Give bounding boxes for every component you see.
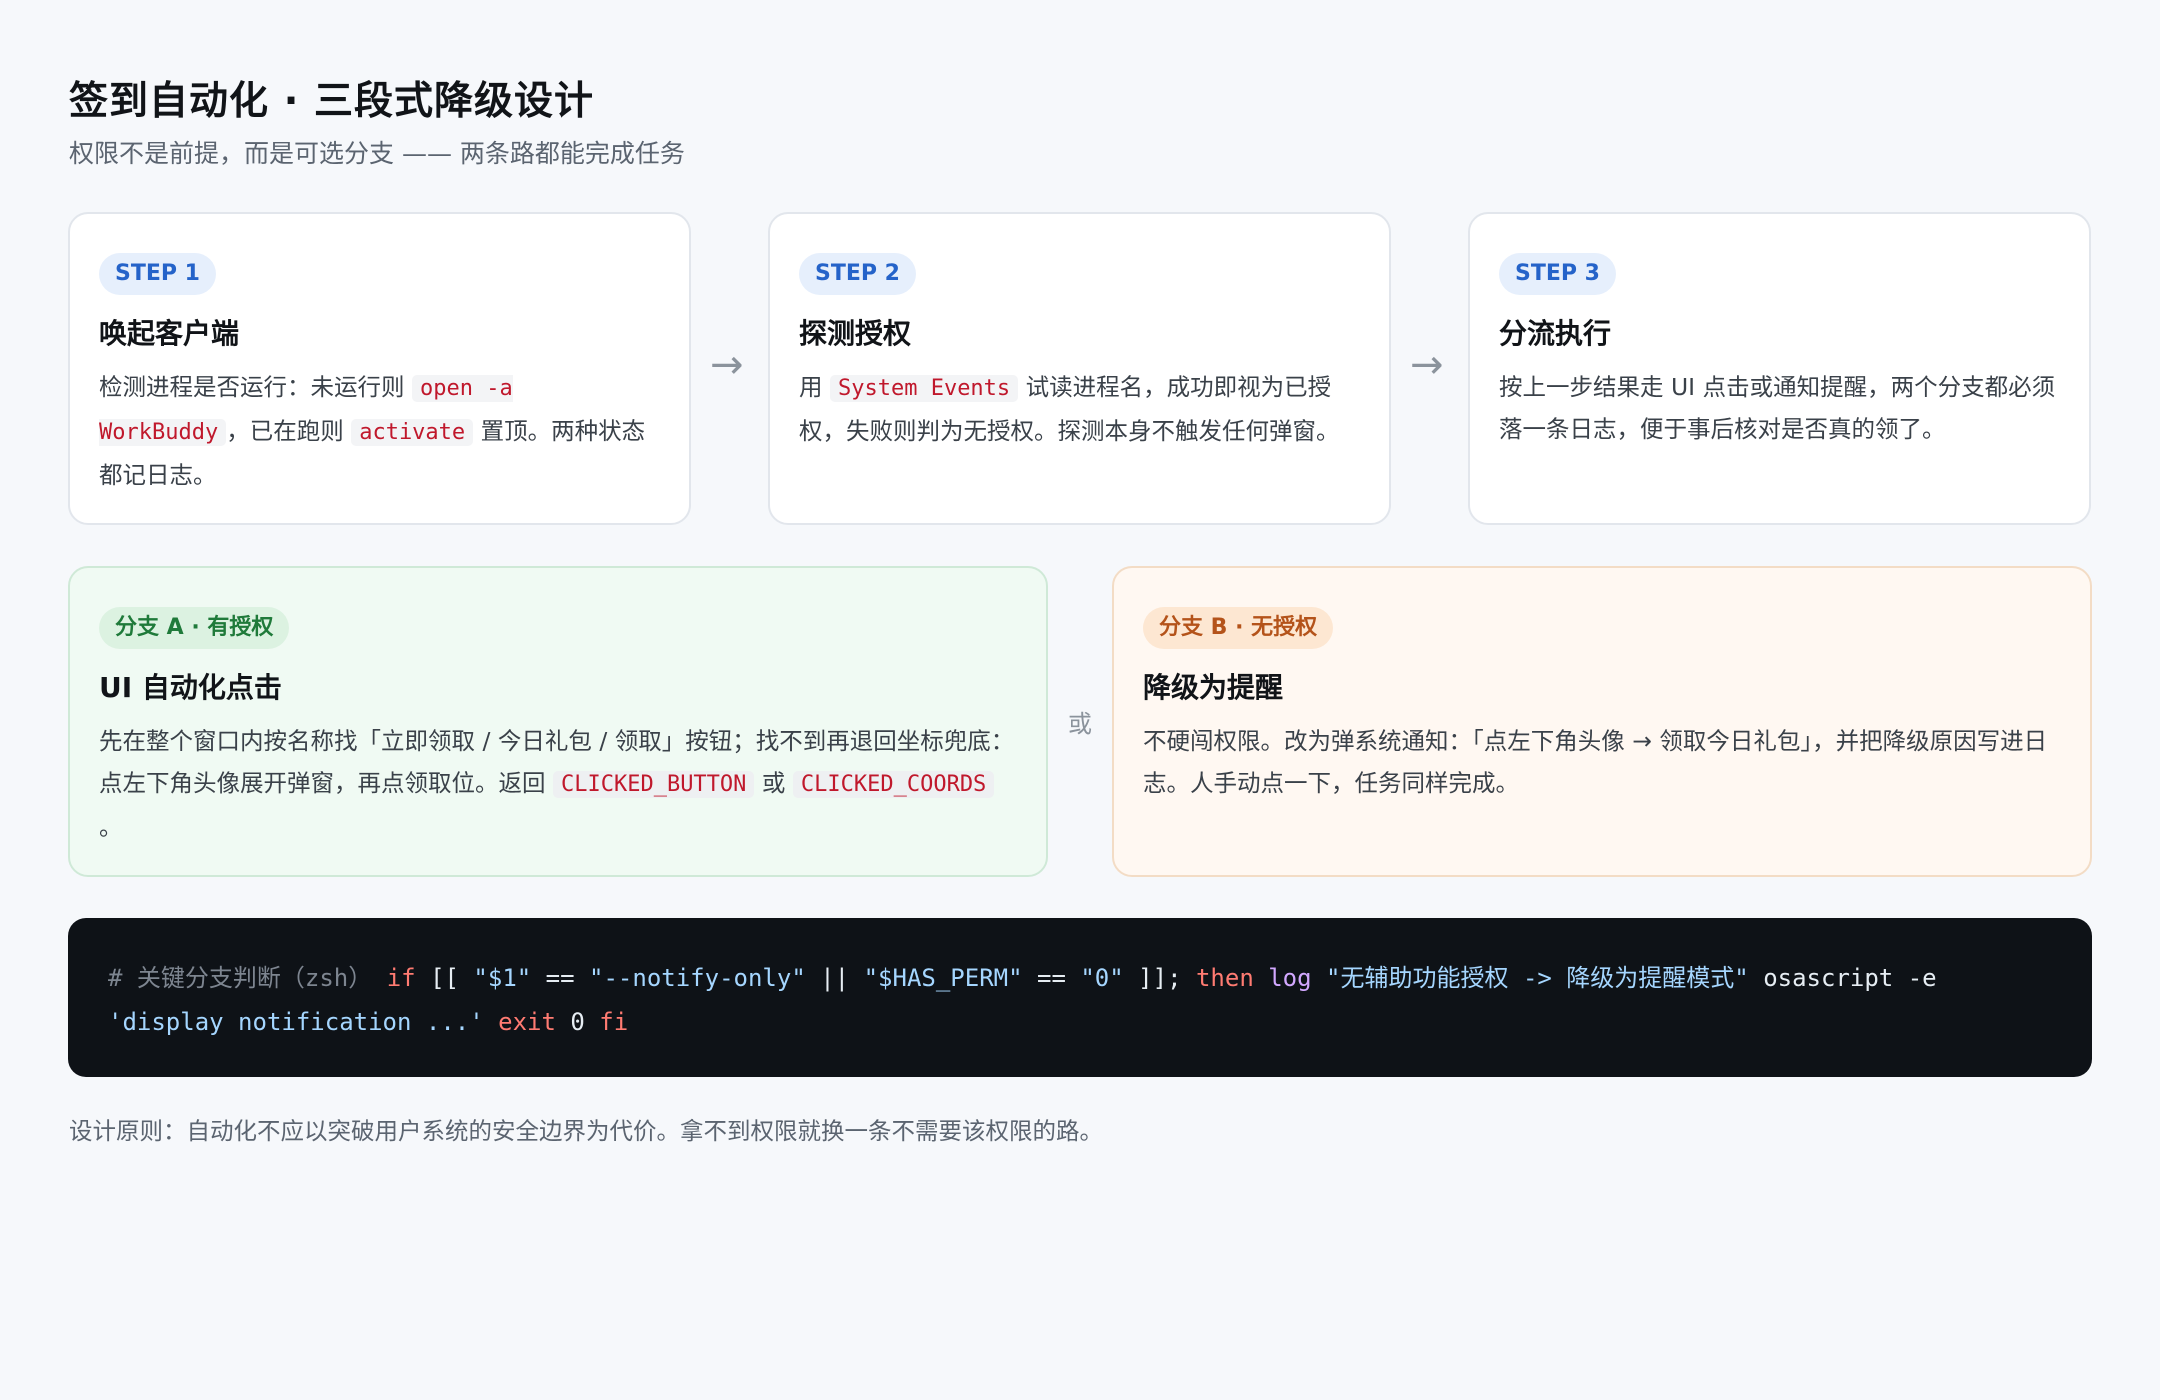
step-badge: STEP 1 bbox=[99, 253, 216, 295]
code-token: == bbox=[545, 964, 575, 992]
step-badge: STEP 3 bbox=[1499, 253, 1616, 295]
page-title: 签到自动化 · 三段式降级设计 bbox=[69, 79, 594, 124]
step-description: 检测进程是否运行：未运行则 open -a WorkBuddy ，已在跑则 act… bbox=[99, 373, 646, 489]
design-principle-note: 设计原则：自动化不应以突破用户系统的安全边界为代价。拿不到权限就换一条不需要该权… bbox=[69, 1117, 1103, 1145]
inline-code: CLICKED_BUTTON bbox=[552, 771, 755, 798]
code-string: "$HAS_PERM" bbox=[863, 964, 1023, 992]
branch-card-a: 分支 A · 有授权 UI 自动化点击 先在整个窗口内按名称找「立即领取 / 今… bbox=[68, 566, 1048, 877]
code-string: "0" bbox=[1080, 964, 1124, 992]
code-token: 0 bbox=[570, 1008, 585, 1036]
code-block: # 关键分支判断（zsh） if [[ "$1" == "--notify-on… bbox=[68, 918, 2092, 1077]
code-string: "无辅助功能授权 -> 降级为提醒模式" bbox=[1326, 964, 1749, 992]
page-subtitle: 权限不是前提，而是可选分支 —— 两条路都能完成任务 bbox=[69, 139, 685, 168]
code-string: 'display notification ...' bbox=[108, 1008, 484, 1036]
code-function: log bbox=[1268, 964, 1312, 992]
flow-arrow-icon: → bbox=[1410, 342, 1444, 388]
inline-code: System Events bbox=[829, 375, 1019, 402]
code-token: osascript -e bbox=[1763, 964, 1937, 992]
code-keyword: fi bbox=[599, 1008, 629, 1036]
code-keyword: then bbox=[1195, 964, 1254, 992]
step-title: 探测授权 bbox=[799, 317, 912, 350]
inline-code: CLICKED_COORDS bbox=[792, 771, 995, 798]
branch-description: 先在整个窗口内按名称找「立即领取 / 今日礼包 / 领取」按钮；找不到再退回坐标… bbox=[99, 727, 1015, 841]
code-token: ]]; bbox=[1138, 964, 1182, 992]
branch-title: UI 自动化点击 bbox=[99, 671, 282, 704]
branch-badge: 分支 B · 无授权 bbox=[1143, 607, 1334, 649]
code-keyword: exit bbox=[498, 1008, 556, 1036]
or-label: 或 bbox=[1068, 710, 1092, 738]
code-token: [[ bbox=[430, 964, 459, 992]
step-badge: STEP 2 bbox=[799, 253, 916, 295]
flow-arrow-icon: → bbox=[710, 342, 744, 388]
page: 签到自动化 · 三段式降级设计 权限不是前提，而是可选分支 —— 两条路都能完成… bbox=[0, 0, 2160, 1400]
branch-badge: 分支 A · 有授权 bbox=[99, 607, 290, 649]
step-title: 唤起客户端 bbox=[99, 317, 240, 350]
code-comment: # 关键分支判断（zsh） bbox=[108, 964, 373, 992]
branch-description: 不硬闯权限。改为弹系统通知：「点左下角头像 → 领取今日礼包」，并把降级原因写进… bbox=[1143, 727, 2048, 797]
step-card-3: STEP 3 分流执行 按上一步结果走 UI 点击或通知提醒，两个分支都必须落一… bbox=[1468, 212, 2091, 525]
step-description: 用 System Events 试读进程名，成功即视为已授权，失败则判为无授权。… bbox=[799, 373, 1340, 445]
branch-card-b: 分支 B · 无授权 降级为提醒 不硬闯权限。改为弹系统通知：「点左下角头像 →… bbox=[1112, 566, 2092, 877]
step-card-2: STEP 2 探测授权 用 System Events 试读进程名，成功即视为已… bbox=[768, 212, 1391, 525]
code-keyword: if bbox=[386, 964, 416, 992]
step-description: 按上一步结果走 UI 点击或通知提醒，两个分支都必须落一条日志，便于事后核对是否… bbox=[1499, 373, 2056, 443]
inline-code: activate bbox=[351, 419, 474, 446]
code-token: || bbox=[820, 964, 850, 992]
code-string: "$1" bbox=[473, 964, 532, 992]
branch-title: 降级为提醒 bbox=[1143, 671, 1284, 704]
code-string: "--notify-only" bbox=[589, 964, 806, 992]
step-card-1: STEP 1 唤起客户端 检测进程是否运行：未运行则 open -a WorkB… bbox=[68, 212, 691, 525]
code-token: == bbox=[1037, 964, 1066, 992]
step-title: 分流执行 bbox=[1499, 317, 1612, 350]
